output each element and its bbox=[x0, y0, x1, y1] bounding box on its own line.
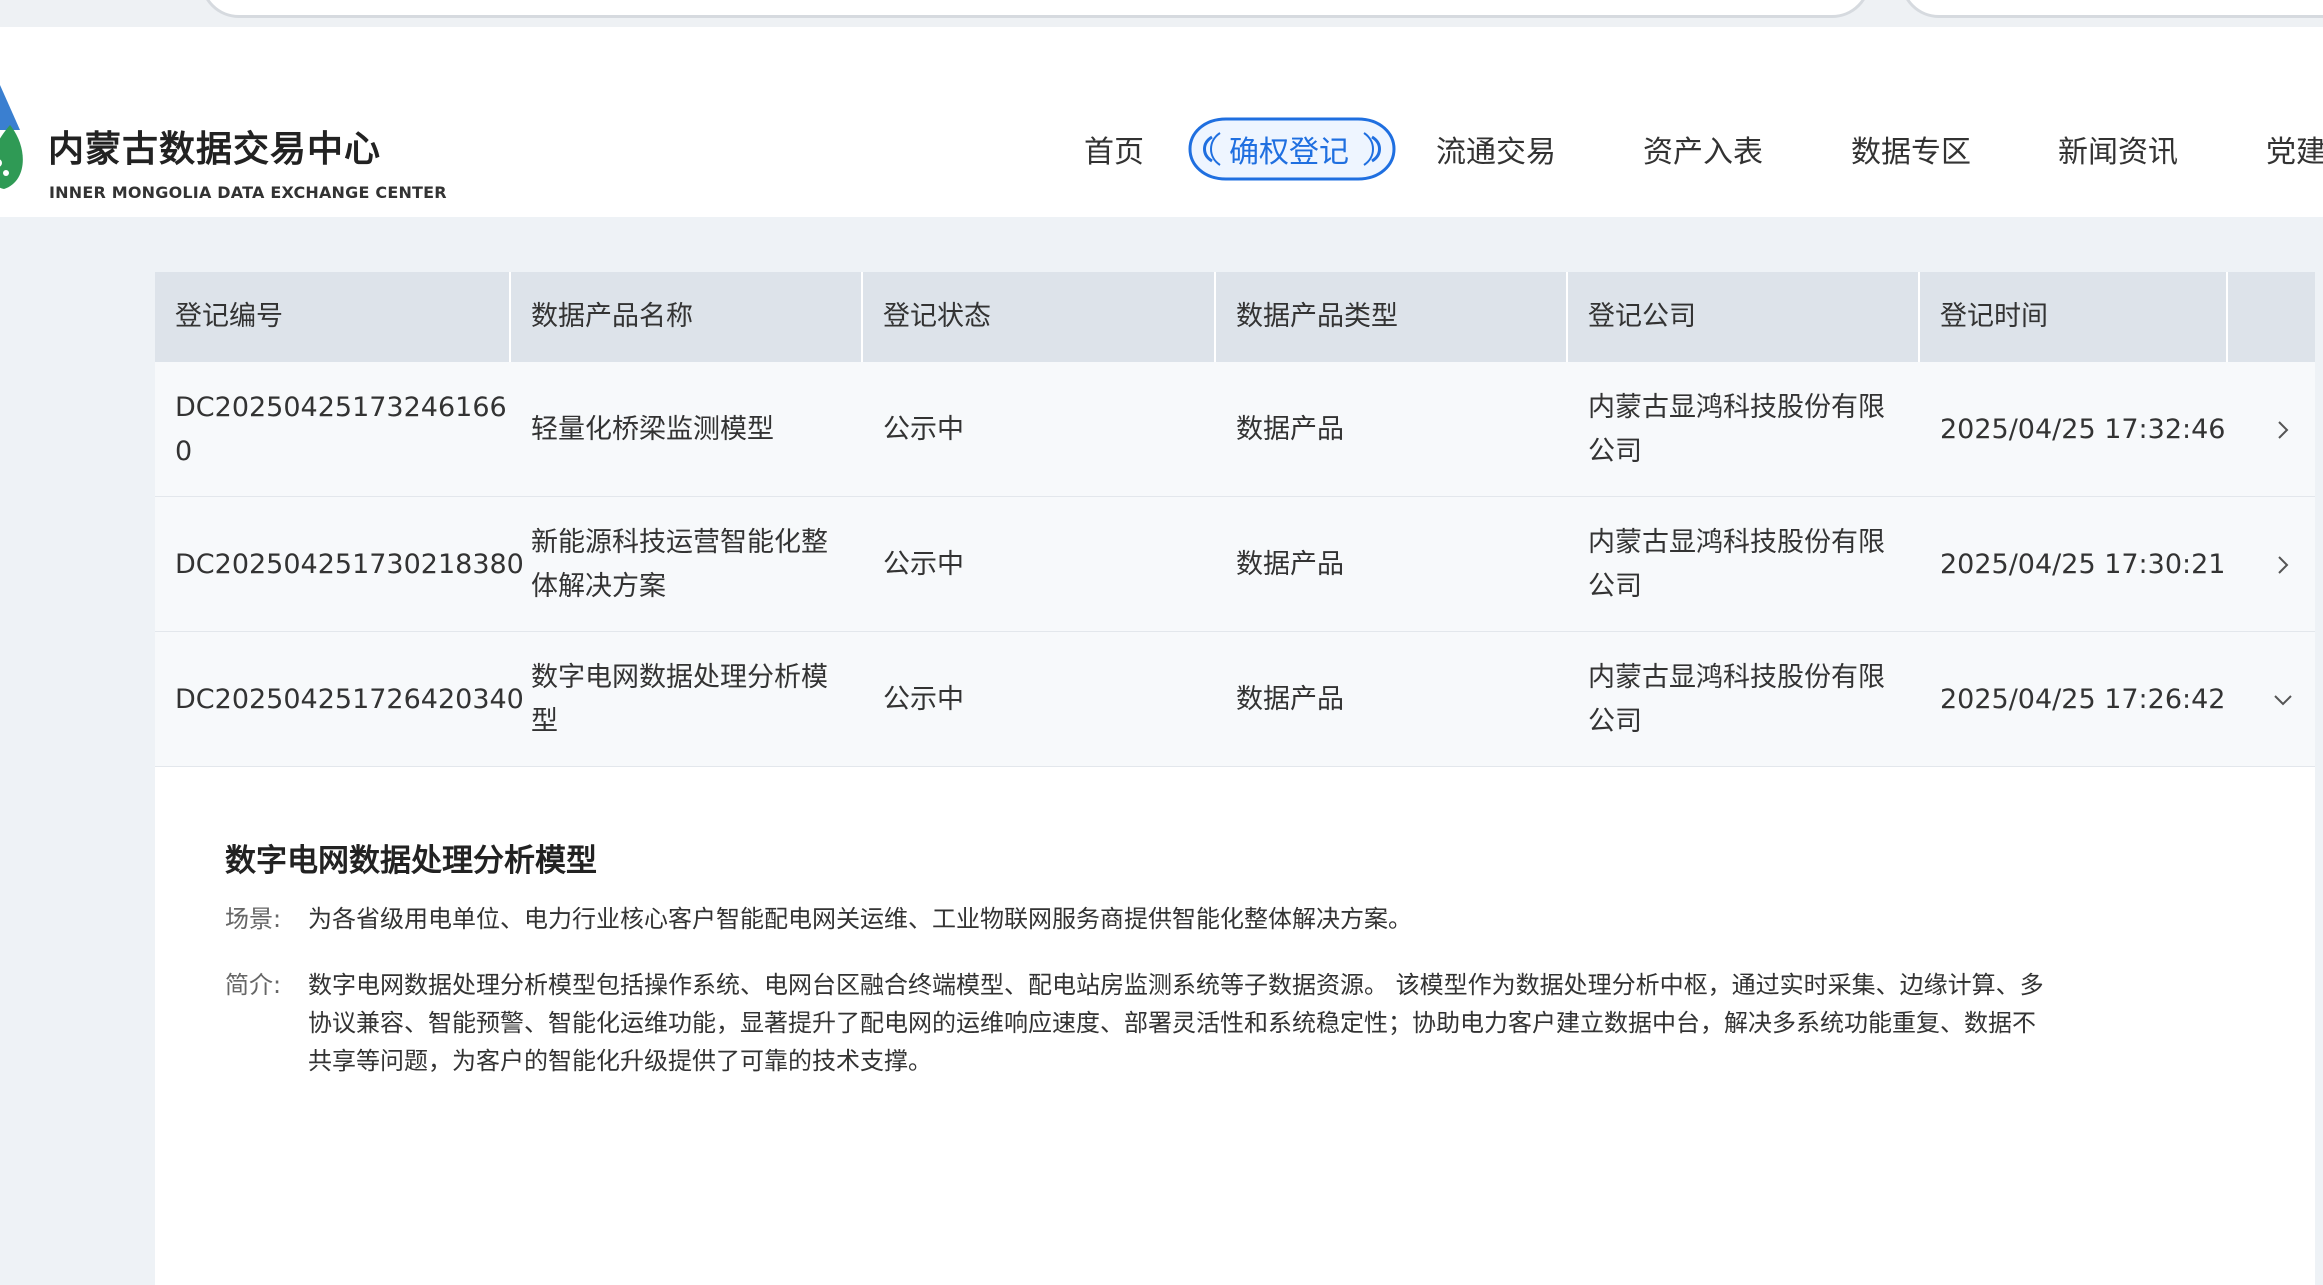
detail-intro: 简介: 数字电网数据处理分析模型包括操作系统、电网台区融合终端模型、配电站房监测… bbox=[225, 966, 2048, 1080]
cell-name: 新能源科技运营智能化整体解决方案 bbox=[531, 526, 828, 602]
cell-time: 2025/04/25 17:26:42 bbox=[1940, 683, 2226, 715]
nav-rights-registration[interactable]: 确权登记 bbox=[1229, 123, 1349, 183]
nav-circulation-trading[interactable]: 流通交易 bbox=[1436, 123, 1556, 183]
table-row-expanded[interactable]: DC202504251726420340 数字电网数据处理分析模型 公示中 数据… bbox=[155, 632, 2315, 767]
nav-asset-accounting[interactable]: 资产入表 bbox=[1643, 123, 1763, 183]
detail-title: 数字电网数据处理分析模型 bbox=[225, 843, 597, 879]
nav-news[interactable]: 新闻资讯 bbox=[2058, 123, 2178, 183]
column-header-company: 登记公司 bbox=[1588, 301, 1696, 332]
cell-status: 公示中 bbox=[883, 683, 964, 715]
detail-scene: 场景: 为各省级用电单位、电力行业核心客户智能配电网关运维、工业物联网服务商提供… bbox=[225, 900, 2048, 938]
cell-time: 2025/04/25 17:32:46 bbox=[1940, 413, 2226, 445]
site-logo[interactable]: 内蒙古数据交易中心 INNER MONGOLIA DATA EXCHANGE C… bbox=[0, 77, 460, 207]
scene-text: 为各省级用电单位、电力行业核心客户智能配电网关运维、工业物联网服务商提供智能化整… bbox=[308, 905, 1412, 933]
cell-company: 内蒙古显鸿科技股份有限公司 bbox=[1588, 661, 1885, 737]
cell-type: 数据产品 bbox=[1236, 683, 1344, 715]
logo-droplet-icon bbox=[0, 85, 23, 189]
nav-party-building[interactable]: 党建 bbox=[2266, 123, 2323, 183]
column-header-name: 数据产品名称 bbox=[531, 301, 693, 332]
cell-company: 内蒙古显鸿科技股份有限公司 bbox=[1588, 391, 1885, 467]
column-header-type: 数据产品类型 bbox=[1236, 301, 1398, 332]
table-row[interactable]: DC20250425173246166​0 轻量化桥梁监测模型 公示中 数据产品… bbox=[155, 362, 2315, 497]
row-detail-panel: 数字电网数据处理分析模型 场景: 为各省级用电单位、电力行业核心客户智能配电网关… bbox=[155, 767, 2315, 1285]
cell-id: DC202504251726420340 bbox=[175, 683, 524, 715]
cell-time: 2025/04/25 17:30:21 bbox=[1940, 548, 2226, 580]
column-header-status: 登记状态 bbox=[883, 301, 991, 332]
cell-status: 公示中 bbox=[883, 548, 964, 580]
chevron-right-icon[interactable] bbox=[2263, 497, 2303, 632]
cell-name: 轻量化桥梁监测模型 bbox=[531, 413, 774, 445]
search-box[interactable] bbox=[200, 0, 1871, 18]
registration-table: 登记编号 数据产品名称 登记状态 数据产品类型 登记公司 登记时间 DC2025… bbox=[155, 272, 2315, 1285]
table-header: 登记编号 数据产品名称 登记状态 数据产品类型 登记公司 登记时间 bbox=[155, 272, 2315, 362]
logo-title-en: INNER MONGOLIA DATA EXCHANGE CENTER bbox=[49, 183, 447, 202]
intro-label: 简介: bbox=[225, 971, 282, 999]
cell-type: 数据产品 bbox=[1236, 413, 1344, 445]
cell-id: DC202504251730218380 bbox=[175, 548, 524, 580]
column-header-time: 登记时间 bbox=[1940, 301, 2048, 332]
table-row[interactable]: DC202504251730218380 新能源科技运营智能化整体解决方案 公示… bbox=[155, 497, 2315, 632]
cell-id: DC20250425173246166​0 bbox=[175, 391, 507, 467]
cell-type: 数据产品 bbox=[1236, 548, 1344, 580]
column-divider bbox=[2226, 272, 2228, 362]
nav-home[interactable]: 首页 bbox=[1084, 123, 1144, 183]
cell-company: 内蒙古显鸿科技股份有限公司 bbox=[1588, 526, 1885, 602]
nav-data-zone[interactable]: 数据专区 bbox=[1851, 123, 1971, 183]
logo-title-cn: 内蒙古数据交易中心 bbox=[48, 129, 382, 170]
column-header-id: 登记编号 bbox=[175, 301, 283, 332]
site-header: 内蒙古数据交易中心 INNER MONGOLIA DATA EXCHANGE C… bbox=[0, 27, 2323, 217]
chevron-down-icon[interactable] bbox=[2263, 632, 2303, 767]
cell-status: 公示中 bbox=[883, 413, 964, 445]
scene-label: 场景: bbox=[225, 905, 282, 933]
chevron-right-icon[interactable] bbox=[2263, 362, 2303, 497]
secondary-input[interactable] bbox=[1900, 0, 2323, 18]
top-search-strip bbox=[0, 0, 2323, 27]
intro-text: 数字电网数据处理分析模型包括操作系统、电网台区融合终端模型、配电站房监测系统等子… bbox=[308, 971, 2044, 1075]
cell-name: 数字电网数据处理分析模型 bbox=[531, 661, 828, 737]
